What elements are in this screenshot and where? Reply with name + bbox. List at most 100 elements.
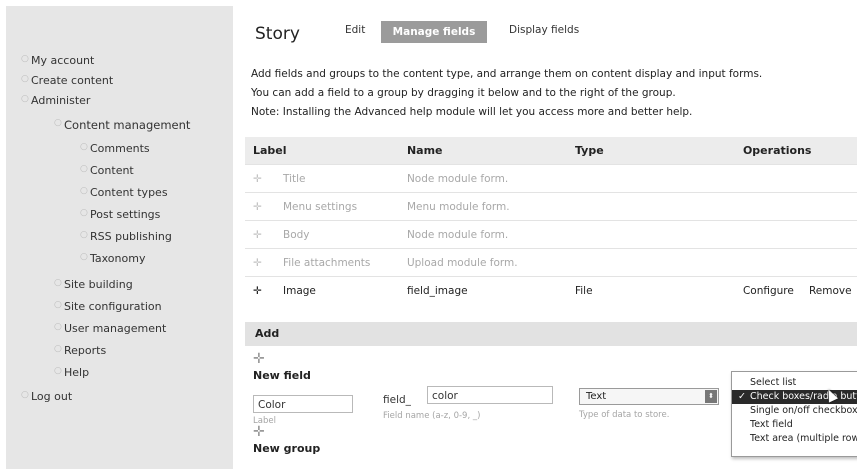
drag-handle-icon[interactable]: ✛ [245,276,275,304]
drag-handle-icon[interactable]: ✛ [253,424,265,440]
bullet-icon: ○ [54,300,62,310]
drag-handle-icon[interactable]: ✛ [245,248,275,277]
help-text-line-3: Note: Installing the Advanced help modul… [251,106,693,118]
table-header-row: Label Name Type Operations [245,137,857,165]
bullet-icon: ○ [80,142,88,152]
sidebar-item-taxonomy[interactable]: ○ Taxonomy [80,252,145,265]
sidebar-item-log-out[interactable]: ○ Log out [21,390,72,403]
row-remove-link[interactable]: Remove [800,276,857,304]
new-group-title: New group [253,442,321,455]
row-name: field_image [398,276,567,304]
sidebar-item-administer[interactable]: ○ Administer [21,94,90,107]
row-remove-link [800,192,857,221]
sidebar-item-content[interactable]: ○ Content [80,164,134,177]
row-type [566,164,735,193]
row-name: Node module form. [398,220,567,249]
row-remove-link [800,220,857,249]
select-arrows-icon: ⬍ [705,390,717,403]
column-header-name: Name [398,137,567,165]
row-remove-link [800,164,857,193]
table-row: ✛ Image field_image File Configure Remov… [245,276,857,304]
bullet-icon: ○ [80,252,88,262]
table-row: ✛ Menu settings Menu module form. [245,192,857,221]
help-text-line-1: Add fields and groups to the content typ… [251,68,763,80]
tab-edit[interactable]: Edit [345,24,365,36]
sidebar-item-site-configuration[interactable]: ○ Site configuration [54,300,162,313]
row-label: Body [275,220,399,249]
bullet-icon: ○ [80,208,88,218]
add-section-header: Add [245,322,857,346]
row-name: Node module form. [398,164,567,193]
field-type-selected-value: Text [586,391,607,402]
column-header-type: Type [566,137,735,165]
drag-handle-icon[interactable]: ✛ [245,220,275,249]
new-field-title: New field [253,369,311,382]
row-configure-link [734,192,801,221]
bullet-icon: ○ [21,54,29,64]
row-label: Menu settings [275,192,399,221]
bullet-icon: ○ [80,164,88,174]
dropdown-option-check-boxes[interactable]: ✓ Check boxes/radio buttons [732,390,857,404]
table-row: ✛ Body Node module form. [245,220,857,249]
column-header-operations: Operations [734,137,857,165]
row-configure-link [734,248,801,277]
dropdown-option-single-checkbox[interactable]: Single on/off checkbox [732,404,857,418]
dropdown-option-label: Check boxes/radio buttons [750,391,857,402]
main-content: Story Edit Manage fields Display fields … [233,6,857,469]
dropdown-option-select-list[interactable]: Select list [732,376,857,390]
sidebar-item-create-content[interactable]: ○ Create content [21,74,113,87]
field-type-hint: Type of data to store. [579,410,670,420]
widget-dropdown-menu: Select list ✓ Check boxes/radio buttons … [731,371,857,457]
table-row: ✛ Title Node module form. [245,164,857,193]
sidebar-item-reports[interactable]: ○ Reports [54,344,106,357]
row-type [566,192,735,221]
bullet-icon: ○ [54,344,62,354]
help-text-line-2: You can add a field to a group by draggi… [251,87,676,99]
sidebar-item-content-management[interactable]: ○ Content management [54,118,190,132]
sidebar-item-post-settings[interactable]: ○ Post settings [80,208,160,221]
new-field-name-hint: Field name (a-z, 0-9, _) [383,411,481,421]
bullet-icon: ○ [54,118,62,128]
bullet-icon: ○ [54,322,62,332]
bullet-icon: ○ [54,278,62,288]
bullet-icon: ○ [21,94,29,104]
row-name: Menu module form. [398,192,567,221]
new-field-label-input[interactable]: Color [253,395,353,413]
column-header-label: Label [245,137,399,165]
sidebar-item-user-management[interactable]: ○ User management [54,322,166,335]
row-configure-link[interactable]: Configure [734,276,801,304]
sidebar-item-comments[interactable]: ○ Comments [80,142,150,155]
field-name-prefix: field_ [383,394,411,406]
tab-display-fields[interactable]: Display fields [509,24,579,36]
sidebar-item-my-account[interactable]: ○ My account [21,54,94,67]
sidebar-item-content-types[interactable]: ○ Content types [80,186,168,199]
sidebar-item-site-building[interactable]: ○ Site building [54,278,133,291]
tab-manage-fields[interactable]: Manage fields [381,21,487,43]
row-configure-link [734,220,801,249]
drag-handle-icon[interactable]: ✛ [245,192,275,221]
bullet-icon: ○ [54,366,62,376]
row-label: Title [275,164,399,193]
sidebar-item-rss-publishing[interactable]: ○ RSS publishing [80,230,172,243]
row-configure-link [734,164,801,193]
table-row: ✛ File attachments Upload module form. [245,248,857,277]
sidebar-nav: ○ My account ○ Create content ○ Administer … [6,6,234,469]
page-title: Story [255,24,300,44]
sidebar-item-help[interactable]: ○ Help [54,366,89,379]
row-label: Image [275,276,399,304]
add-section-title: Add [255,327,280,340]
row-type [566,220,735,249]
row-label: File attachments [275,248,399,277]
bullet-icon: ○ [21,390,29,400]
bullet-icon: ○ [80,186,88,196]
dropdown-option-text-field[interactable]: Text field [732,418,857,432]
drag-handle-icon[interactable]: ✛ [245,164,275,193]
bullet-icon: ○ [80,230,88,240]
new-field-name-input[interactable]: color [427,386,553,404]
row-type [566,248,735,277]
bullet-icon: ○ [21,74,29,84]
drag-handle-icon[interactable]: ✛ [253,351,265,367]
check-icon: ✓ [738,391,746,402]
dropdown-option-text-area[interactable]: Text area (multiple rows) [732,432,857,446]
field-type-select[interactable]: Text ⬍ [579,388,719,405]
